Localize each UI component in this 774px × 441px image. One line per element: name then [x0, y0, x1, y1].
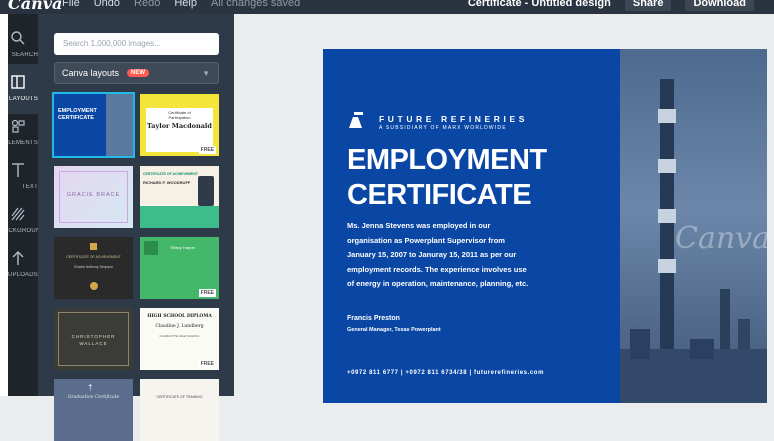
layout-thumb-achievement-green[interactable]: CERTIFICATE OF ACHIEVEMENT RICHARD F. WO…: [140, 166, 219, 228]
new-badge: NEW: [127, 69, 149, 77]
certificate-page[interactable]: Canva FUTURE REFINERIES A SUBSIDIARY OF …: [323, 49, 767, 403]
layout-thumb-tiffany[interactable]: Tiffany Harper FREE: [140, 237, 219, 299]
thumb-text: Participation: [168, 115, 191, 120]
uploads-icon: [12, 251, 24, 265]
thumb-text: CERTIFICATE OF ACHIEVEMENT: [66, 255, 121, 259]
body-line: organisation as Powerplant Supervisor fr…: [347, 235, 505, 245]
signer-role[interactable]: General Manager, Texas Powerplant: [347, 327, 441, 333]
canva-logo[interactable]: Canva: [8, 0, 62, 13]
download-button[interactable]: Download: [685, 0, 754, 11]
share-button[interactable]: Share: [624, 0, 672, 11]
side-rail: SEARCH LAYOUTS ELEMENTS TEXT BACKGROUND …: [0, 14, 38, 396]
body-line: of energy in operation, maintenance, pla…: [347, 279, 529, 288]
layout-thumb-training[interactable]: CERTIFICATE OF TRAINING: [140, 379, 219, 441]
thumb-text: Tiffany Harper: [170, 245, 196, 250]
thumb-text: CHARLOTTE HIGH SCHOOL: [159, 334, 200, 338]
thumb-seal: [90, 282, 98, 290]
refinery-logo-icon: [349, 112, 363, 128]
free-badge: FREE: [198, 289, 216, 297]
free-badge: FREE: [198, 146, 216, 154]
thumb-text: HIGH SCHOOL DIPLOMA: [147, 314, 212, 319]
cross-icon: †: [88, 383, 93, 392]
rail-edge: [0, 14, 8, 396]
thumb-photo: [106, 94, 133, 156]
chevron-down-icon: ▼: [202, 69, 210, 78]
search-icon: [11, 31, 25, 45]
elements-icon: [11, 119, 25, 133]
thumb-phone: [198, 176, 214, 206]
contact-line[interactable]: +0972 811 6777 | +0972 811 6734/38 | fut…: [347, 370, 544, 376]
menu-file[interactable]: File: [62, 0, 80, 9]
menu-redo[interactable]: Redo: [134, 0, 160, 9]
thumb-text: RICHARD F. WOODRUFF: [143, 180, 191, 185]
layout-source-select[interactable]: Canva layouts NEW ▼: [54, 62, 219, 84]
layouts-panel: Search 1,000,000 images... Canva layouts…: [38, 14, 234, 441]
certificate-title-line1[interactable]: EMPLOYMENT: [347, 144, 547, 177]
thumb-text: Charlie Anthony Simpson: [73, 265, 114, 269]
thumb-frame: [58, 312, 129, 366]
thumb-emblem: [90, 243, 97, 250]
thumb-text: GRACIE BRACE: [66, 192, 121, 198]
text-icon: [12, 163, 24, 177]
thumb-text: CERTIFICATE: [58, 115, 94, 121]
menu-help[interactable]: Help: [174, 0, 197, 9]
layout-thumb-gracie[interactable]: GRACIE BRACE: [54, 166, 133, 228]
top-right: Certificate - Untitled design Share Down…: [468, 0, 754, 11]
thumb-logo: [144, 241, 158, 255]
image-search-input[interactable]: Search 1,000,000 images...: [54, 33, 219, 55]
layout-thumb-employment[interactable]: EMPLOYMENT CERTIFICATE: [52, 92, 135, 158]
signer-name[interactable]: Francis Preston: [347, 315, 400, 322]
top-menu: File Undo Redo Help All changes saved: [62, 0, 300, 9]
body-line: employment records. The experience invol…: [347, 264, 527, 274]
body-line: Ms. Jenna Stevens was employed in our: [347, 221, 491, 230]
layout-thumb-achievement-dark[interactable]: CERTIFICATE OF ACHIEVEMENT Charlie Antho…: [54, 237, 133, 299]
layout-thumb-graduation[interactable]: † Graduation Certificate: [54, 379, 133, 441]
background-icon: [11, 207, 25, 221]
canva-watermark: Canva: [675, 221, 767, 256]
select-label: Canva layouts: [62, 68, 120, 78]
layout-thumb-christopher[interactable]: CHRISTOPHER WALLACE: [54, 308, 133, 370]
thumb-text: WALLACE: [79, 341, 108, 346]
thumb-text: Claudine J. Lundberg: [155, 324, 204, 329]
layouts-icon: [11, 75, 25, 89]
design-title[interactable]: Certificate - Untitled design: [468, 0, 611, 11]
layout-thumb-diploma[interactable]: HIGH SCHOOL DIPLOMA Claudine J. Lundberg…: [140, 308, 219, 370]
layout-thumb-participation[interactable]: Certificate of Participation Taylor Macd…: [140, 94, 219, 156]
free-badge: FREE: [198, 360, 216, 368]
thumb-text: Taylor Macdonald: [147, 122, 212, 130]
brand-subtitle[interactable]: A SUBSIDIARY OF MARX WORLDWIDE: [379, 125, 507, 131]
menu-undo[interactable]: Undo: [94, 0, 120, 9]
body-line: January 15, 2007 to Januray 15, 2011 as …: [347, 250, 517, 259]
top-bar: Canva File Undo Redo Help All changes sa…: [0, 0, 774, 14]
thumb-text: CERTIFICATE OF ACHIEVEMENT: [143, 172, 199, 176]
certificate-title-line2[interactable]: CERTIFICATE: [347, 179, 532, 212]
certificate-body[interactable]: Ms. Jenna Stevens was employed in our or…: [347, 219, 552, 292]
thumb-text: CHRISTOPHER: [71, 334, 116, 339]
save-status: All changes saved: [210, 0, 301, 9]
thumb-text: EMPLOYMENT: [58, 108, 97, 114]
brand-name[interactable]: FUTURE REFINERIES: [379, 114, 528, 124]
canvas-area: Canva FUTURE REFINERIES A SUBSIDIARY OF …: [234, 14, 774, 403]
thumb-band: [140, 206, 219, 228]
